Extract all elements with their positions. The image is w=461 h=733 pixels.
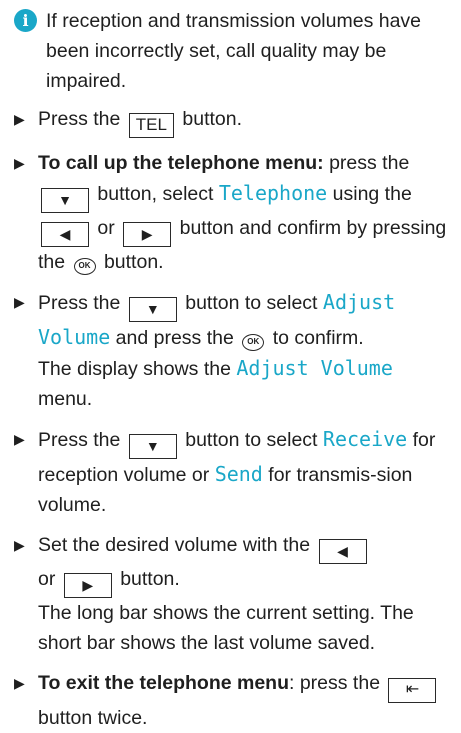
right-key: ▶ — [123, 222, 172, 247]
display-text-send: Send — [214, 462, 263, 486]
bullet-icon: ▶ — [14, 111, 25, 127]
tel-key: TEL — [128, 113, 174, 138]
step-telephone-menu: ▶ To call up the telephone menu: press t… — [14, 148, 451, 277]
bullet-icon: ▶ — [14, 537, 25, 553]
down-key: ▼ — [128, 297, 177, 322]
down-key: ▼ — [41, 188, 89, 213]
bullet-icon: ▶ — [14, 675, 25, 691]
back-key: ⇤ — [388, 678, 437, 703]
manual-page: i If reception and transmission volumes … — [0, 0, 461, 729]
down-key: ▼ — [128, 434, 177, 459]
left-key: ◀ — [41, 222, 89, 247]
display-text-telephone: Telephone — [218, 181, 328, 205]
ok-key: OK — [73, 258, 96, 275]
step-set-volume: ▶ Set the desired volume with the ◀ or ▶… — [14, 530, 451, 658]
info-note-text: If reception and transmission volumes ha… — [46, 10, 422, 92]
step-adjust-volume: ▶ Press the ▼ button to select Adjust Vo… — [14, 287, 451, 414]
step-heading: To exit the telephone menu — [38, 672, 289, 694]
info-icon: i — [14, 9, 37, 32]
right-key: ▶ — [63, 573, 112, 598]
bullet-icon: ▶ — [14, 294, 25, 310]
display-text-receive: Receive — [322, 427, 408, 451]
step-heading: To call up the telephone menu: — [38, 152, 324, 174]
step-select-receive-send: ▶ Press the ▼ button to select Receive f… — [14, 424, 451, 520]
step-exit-menu: ▶ To exit the telephone menu: press the … — [14, 668, 451, 733]
bullet-icon: ▶ — [14, 155, 25, 171]
display-text-adjust-volume-menu: Adjust Volume — [236, 356, 393, 380]
ok-key: OK — [242, 334, 265, 351]
step-press-tel: ▶ Press the TEL button. — [14, 104, 451, 138]
info-note: i If reception and transmission volumes … — [14, 6, 451, 96]
bullet-icon: ▶ — [14, 431, 25, 447]
left-key: ◀ — [318, 539, 367, 564]
